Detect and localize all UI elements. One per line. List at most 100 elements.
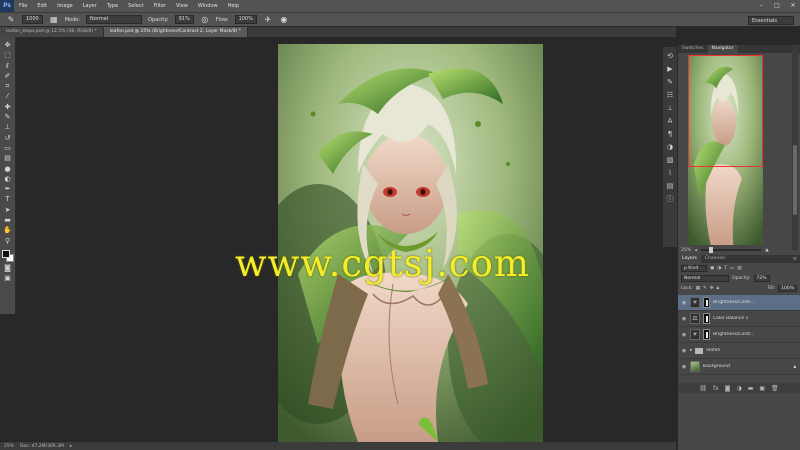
blend-mode-select[interactable]: Normal <box>681 274 729 282</box>
menu-layer[interactable]: Layer <box>78 0 102 12</box>
mode-select[interactable]: Normal <box>86 15 143 24</box>
gradient-tool-icon[interactable]: ▤ <box>1 153 14 163</box>
lock-position-icon[interactable]: ✥ <box>710 286 714 291</box>
canvas-area[interactable]: www.cgtsj.com <box>17 37 665 442</box>
foreground-color-swatch[interactable] <box>2 249 10 258</box>
crop-tool-icon[interactable]: ⌗ <box>1 81 14 91</box>
navigator-zoom-value[interactable]: 25% <box>681 248 691 253</box>
layer-row-background[interactable]: ◉ Background 🔒︎ <box>678 359 800 375</box>
close-button[interactable]: ✕ <box>788 1 798 10</box>
zoom-tool-icon[interactable]: ⚲ <box>1 236 14 246</box>
flow-input[interactable]: 100% <box>234 15 257 24</box>
visibility-eye-icon[interactable]: ◉ <box>681 316 687 322</box>
maximize-button[interactable]: □ <box>772 1 782 10</box>
paths-panel-icon[interactable]: ⌇ <box>665 168 675 178</box>
move-tool-icon[interactable]: ✥ <box>1 40 14 50</box>
layers-menu-icon[interactable]: ≡ <box>793 255 800 263</box>
lock-transparent-icon[interactable]: ▦ <box>696 286 700 291</box>
vertical-scrollbar[interactable] <box>792 45 798 250</box>
minimize-button[interactable]: – <box>756 1 766 10</box>
menu-filter[interactable]: Filter <box>149 0 171 12</box>
zoom-in-icon[interactable]: ▲ <box>765 248 768 253</box>
status-zoom[interactable]: 25% <box>4 444 14 449</box>
marquee-tool-icon[interactable]: ⬚ <box>1 50 14 60</box>
healing-tool-icon[interactable]: ✚ <box>1 102 14 112</box>
navigator-zoom-slider-thumb[interactable] <box>709 247 714 253</box>
layer-row-leafon-group[interactable]: ◉ ▸ leafon <box>678 343 800 359</box>
add-mask-icon[interactable]: ◙ <box>725 385 731 392</box>
layer-row-brightness-contrast-2[interactable]: ◉ ☀ Brightness/Contr... <box>678 295 800 311</box>
info-panel-icon[interactable]: ⓘ <box>665 194 675 204</box>
type-tool-icon[interactable]: T <box>1 194 14 204</box>
visibility-eye-icon[interactable]: ◉ <box>681 348 687 354</box>
layer-kind-filter[interactable]: ρ Kind <box>681 264 707 272</box>
pen-tool-icon[interactable]: ✒ <box>1 184 14 194</box>
link-layers-icon[interactable]: ⛓ <box>699 385 707 392</box>
layer-mask-thumbnail[interactable] <box>703 313 710 324</box>
properties-panel-icon[interactable]: ▤ <box>665 181 675 191</box>
layer-row-color-balance-1[interactable]: ◉ ⚖ Color Balance 1 <box>678 311 800 327</box>
styles-panel-icon[interactable]: ▧ <box>665 155 675 165</box>
pressure-size-icon[interactable]: ◉ <box>279 15 289 25</box>
menu-file[interactable]: File <box>14 0 32 12</box>
scrollbar-thumb[interactable] <box>793 145 797 215</box>
layer-mask-thumbnail[interactable] <box>703 297 710 308</box>
fill-input[interactable]: 100% <box>778 284 797 292</box>
brush-presets-icon[interactable]: ☷ <box>665 90 675 100</box>
opacity-input[interactable]: 91% <box>174 15 194 24</box>
filter-adjust-icon[interactable]: ◑ <box>717 266 721 271</box>
status-arrow-icon[interactable]: ▸ <box>70 444 72 449</box>
tab-swatches[interactable]: Swatches <box>678 45 708 53</box>
menu-select[interactable]: Select <box>123 0 148 12</box>
blur-tool-icon[interactable]: ● <box>1 164 14 174</box>
layer-mask-thumbnail[interactable] <box>703 329 710 340</box>
new-adjustment-icon[interactable]: ◑ <box>736 385 741 392</box>
doc-tab-leafon-steps[interactable]: leafon_steps.psd @ 12.5% (30, RGB/8) * <box>0 27 104 37</box>
character-panel-icon[interactable]: A <box>665 116 675 126</box>
tab-layers[interactable]: Layers <box>678 255 701 263</box>
lock-image-icon[interactable]: ✎ <box>703 286 707 291</box>
lasso-tool-icon[interactable]: ℓ <box>1 61 14 71</box>
brush-panel-icon[interactable]: ✎ <box>665 77 675 87</box>
layer-opacity-input[interactable]: 72% <box>753 274 770 282</box>
eyedropper-tool-icon[interactable]: ⁄ <box>1 91 14 101</box>
menu-window[interactable]: Window <box>193 0 223 12</box>
lock-all-icon[interactable]: 🔒︎ <box>717 285 719 291</box>
layer-style-icon[interactable]: fx <box>713 385 719 392</box>
dodge-tool-icon[interactable]: ◐ <box>1 174 14 184</box>
menu-view[interactable]: View <box>171 0 193 12</box>
navigator-zoom-slider[interactable] <box>701 247 762 253</box>
airbrush-icon[interactable]: ✈ <box>263 15 273 25</box>
filter-smart-icon[interactable]: ▤ <box>737 266 741 271</box>
clone-source-icon[interactable]: ⊥ <box>665 103 675 113</box>
path-selection-tool-icon[interactable]: ➤ <box>1 205 14 215</box>
pressure-opacity-icon[interactable]: ◎ <box>200 15 210 25</box>
new-group-icon[interactable]: ▬ <box>748 385 754 392</box>
tab-channels[interactable]: Channels <box>701 255 730 263</box>
paragraph-panel-icon[interactable]: ¶ <box>665 129 675 139</box>
clone-stamp-tool-icon[interactable]: ⊥ <box>1 122 14 132</box>
screen-mode-icon[interactable]: ▣ <box>1 273 14 283</box>
visibility-eye-icon[interactable]: ◉ <box>681 332 687 338</box>
navigator-thumbnail[interactable] <box>688 55 763 245</box>
workspace-select[interactable]: Essentials <box>748 16 794 25</box>
expand-arrow-icon[interactable]: ▸ <box>690 348 692 353</box>
visibility-eye-icon[interactable]: ◉ <box>681 364 687 370</box>
quick-mask-icon[interactable]: ◙ <box>1 263 14 273</box>
brush-panel-toggle-icon[interactable]: ▦ <box>49 15 59 25</box>
brush-tool-icon[interactable]: ✎ <box>1 112 14 122</box>
brush-size-picker[interactable]: 1000 <box>22 15 43 24</box>
history-brush-tool-icon[interactable]: ↺ <box>1 133 14 143</box>
actions-panel-icon[interactable]: ▶ <box>665 64 675 74</box>
adjustments-panel-icon[interactable]: ◑ <box>665 142 675 152</box>
zoom-out-icon[interactable]: ▴ <box>695 248 697 253</box>
filter-pixel-icon[interactable]: ▣ <box>710 266 714 271</box>
tab-navigator[interactable]: Navigator <box>707 45 738 53</box>
visibility-eye-icon[interactable]: ◉ <box>681 300 687 306</box>
menu-help[interactable]: Help <box>223 0 244 12</box>
menu-edit[interactable]: Edit <box>32 0 52 12</box>
shape-tool-icon[interactable]: ▬ <box>1 215 14 225</box>
quick-select-tool-icon[interactable]: ✐ <box>1 71 14 81</box>
filter-shape-icon[interactable]: ▭ <box>730 266 734 271</box>
history-panel-icon[interactable]: ⟲ <box>665 51 675 61</box>
